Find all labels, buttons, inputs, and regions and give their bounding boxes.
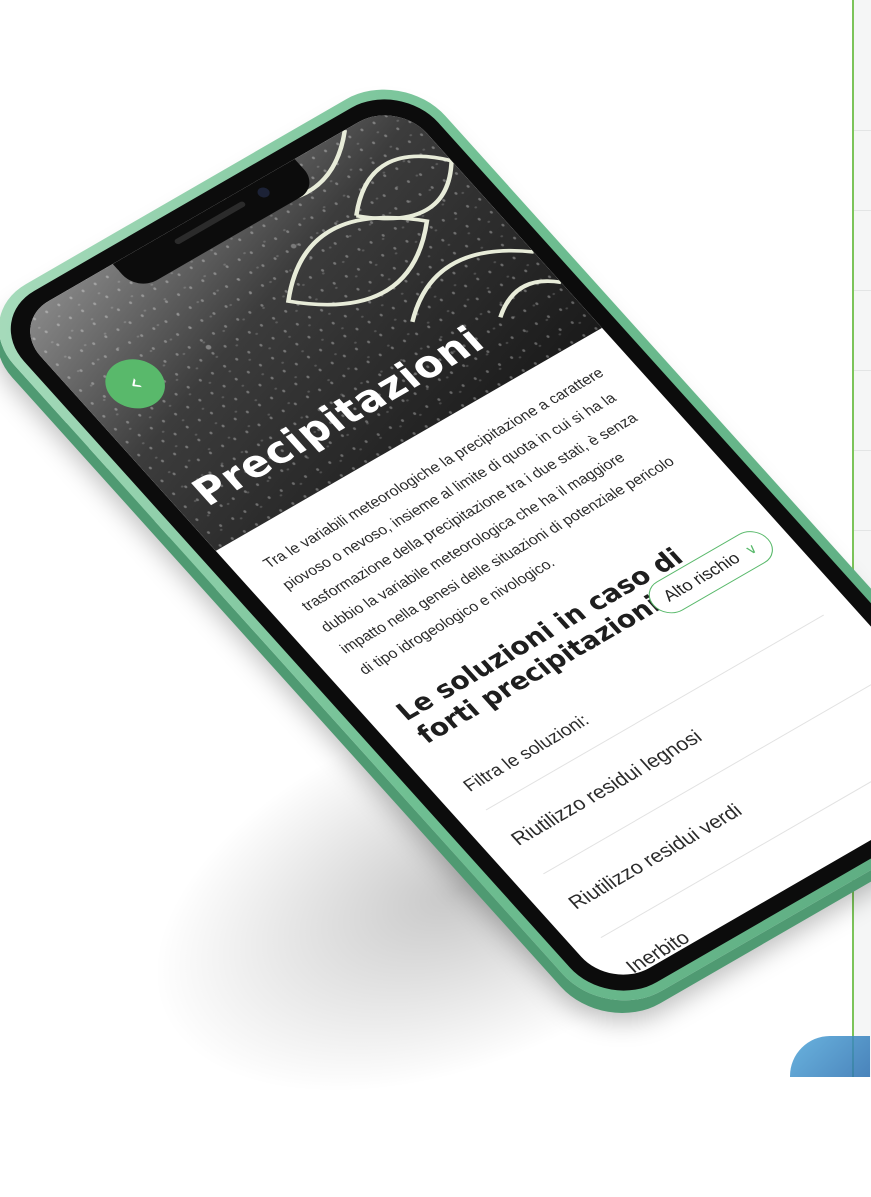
chevron-left-icon: ‹ [120, 369, 150, 398]
chevron-down-icon: ∨ [740, 540, 761, 558]
front-camera [255, 185, 273, 200]
corner-logo [790, 1036, 870, 1077]
background-sheet [852, 0, 871, 1077]
